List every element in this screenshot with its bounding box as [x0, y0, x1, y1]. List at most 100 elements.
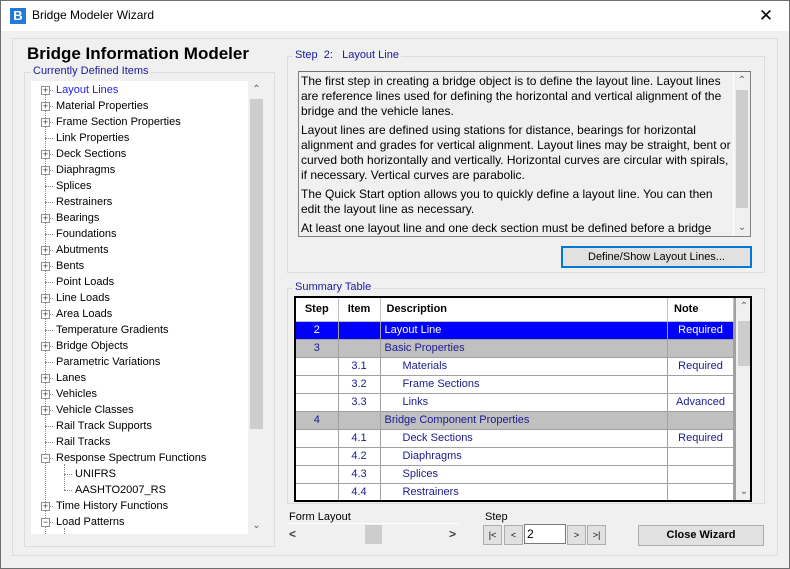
summary-row[interactable]: 3.2 Frame Sections: [296, 375, 734, 394]
expand-icon[interactable]: +: [41, 390, 50, 399]
form-layout-slider-thumb[interactable]: [365, 525, 382, 544]
tree-item[interactable]: + Vehicle Classes: [31, 402, 251, 418]
expand-icon[interactable]: +: [41, 166, 50, 175]
summary-row[interactable]: 3.3 Links Advanced: [296, 393, 734, 412]
tree-item[interactable]: Rail Track Supports: [31, 418, 251, 434]
last-step-button[interactable]: >|: [587, 525, 606, 545]
form-layout-right-icon[interactable]: >: [449, 527, 456, 541]
tree-item[interactable]: + Line Loads: [31, 290, 251, 306]
expand-icon[interactable]: +: [41, 246, 50, 255]
collapse-icon[interactable]: −: [41, 518, 50, 527]
summary-row[interactable]: 2 Layout Line Required: [296, 321, 734, 340]
tree-item[interactable]: + Frame Section Properties: [31, 114, 251, 130]
expand-icon[interactable]: +: [41, 86, 50, 95]
close-window-button[interactable]: ✕: [743, 1, 789, 31]
collapse-icon[interactable]: −: [41, 454, 50, 463]
summary-table: Step Item Description Note 2 Layout Line R…: [294, 296, 752, 502]
tree-item-label: Lanes: [56, 372, 86, 384]
expand-icon[interactable]: +: [41, 406, 50, 415]
expand-icon[interactable]: +: [41, 102, 50, 111]
tree-item-label: Bearings: [56, 212, 100, 224]
summary-row[interactable]: 4.3 Splices: [296, 465, 734, 484]
row-note: [667, 465, 734, 484]
expand-icon[interactable]: +: [41, 374, 50, 383]
scroll-down-icon[interactable]: ⌄: [736, 483, 750, 500]
tree-item[interactable]: + Time History Functions: [31, 498, 251, 514]
define-show-layout-lines-button[interactable]: Define/Show Layout Lines...: [561, 246, 752, 268]
wizard-window: B Bridge Modeler Wizard ✕ Bridge Informa…: [0, 0, 790, 569]
summary-row[interactable]: 4.1 Deck Sections Required: [296, 429, 734, 448]
description-scrollbar[interactable]: ⌃ ⌄: [733, 72, 750, 236]
step-input[interactable]: [524, 524, 566, 544]
column-header-description[interactable]: Description: [380, 298, 668, 322]
expand-icon[interactable]: +: [41, 214, 50, 223]
summary-row[interactable]: 4 Bridge Component Properties: [296, 411, 734, 430]
tree-connector: [45, 426, 53, 427]
tree-item[interactable]: + Abutments: [31, 242, 251, 258]
expand-icon[interactable]: +: [41, 118, 50, 127]
tree-scrollbar[interactable]: ⌃ ⌄: [248, 81, 265, 534]
summary-row[interactable]: 4.2 Diaphragms: [296, 447, 734, 466]
scroll-down-icon[interactable]: ⌄: [734, 219, 750, 236]
close-icon: ✕: [758, 6, 774, 25]
next-step-button[interactable]: >: [567, 525, 586, 545]
row-description: Basic Properties: [380, 339, 668, 358]
previous-step-button[interactable]: <: [504, 525, 523, 545]
scroll-down-icon[interactable]: ⌄: [248, 517, 265, 534]
tree-item[interactable]: + Bents: [31, 258, 251, 274]
tree-item[interactable]: Point Loads: [31, 274, 251, 290]
tree-item[interactable]: + Bearings: [31, 210, 251, 226]
tree-item[interactable]: + Vehicles: [31, 386, 251, 402]
scroll-up-icon[interactable]: ⌃: [734, 72, 750, 89]
row-step: [296, 465, 339, 484]
summary-row[interactable]: 3 Basic Properties: [296, 339, 734, 358]
tree-item[interactable]: + Deck Sections: [31, 146, 251, 162]
tree-item[interactable]: + Bridge Objects: [31, 338, 251, 354]
tree-item[interactable]: + Material Properties: [31, 98, 251, 114]
description-scroll-thumb[interactable]: [736, 90, 748, 208]
expand-icon[interactable]: +: [41, 502, 50, 511]
column-header-note[interactable]: Note: [667, 298, 734, 322]
row-item: [338, 321, 381, 340]
row-item: 3.3: [338, 393, 381, 412]
tree-item[interactable]: Splices: [31, 178, 251, 194]
form-layout-left-icon[interactable]: <: [289, 527, 296, 541]
tree-item[interactable]: + Layout Lines: [31, 82, 251, 98]
step-label: Step: [485, 511, 508, 523]
defined-items-tree[interactable]: + Layout Lines + Material Properties + Frame …: [31, 81, 265, 534]
tree-item-label: Frame Section Properties: [56, 116, 181, 128]
tree-item-label: Parametric Variations: [56, 356, 161, 368]
description-text: The first step in creating a bridge obje…: [301, 74, 733, 236]
tree-item[interactable]: Parametric Variations: [31, 354, 251, 370]
close-wizard-button[interactable]: Close Wizard: [638, 525, 764, 546]
summary-scrollbar[interactable]: ⌃ ⌄: [736, 298, 750, 500]
summary-scroll-thumb[interactable]: [738, 321, 750, 366]
summary-row[interactable]: 3.1 Materials Required: [296, 357, 734, 376]
row-note: Required: [667, 357, 734, 376]
tree-item[interactable]: Rail Tracks: [31, 434, 251, 450]
expand-icon[interactable]: +: [41, 262, 50, 271]
tree-item[interactable]: Restrainers: [31, 194, 251, 210]
expand-icon[interactable]: +: [41, 310, 50, 319]
column-header-step[interactable]: Step: [296, 298, 339, 322]
tree-item[interactable]: + Area Loads: [31, 306, 251, 322]
tree-item[interactable]: Temperature Gradients: [31, 322, 251, 338]
tree-item[interactable]: + Lanes: [31, 370, 251, 386]
expand-icon[interactable]: +: [41, 150, 50, 159]
expand-icon[interactable]: +: [41, 294, 50, 303]
summary-row[interactable]: 4.4 Restrainers: [296, 483, 734, 500]
scroll-up-icon[interactable]: ⌃: [248, 81, 265, 98]
tree-item[interactable]: AASHTO2007_RS: [31, 482, 251, 498]
window-title: Bridge Modeler Wizard: [32, 8, 155, 22]
row-description: Frame Sections: [380, 375, 668, 394]
tree-item-label: Rail Tracks: [56, 436, 111, 448]
tree-item[interactable]: Link Properties: [31, 130, 251, 146]
tree-scroll-thumb[interactable]: [250, 99, 263, 429]
scroll-up-icon[interactable]: ⌃: [736, 298, 750, 315]
expand-icon[interactable]: +: [41, 342, 50, 351]
first-step-button[interactable]: |<: [483, 525, 502, 545]
tree-item[interactable]: + Diaphragms: [31, 162, 251, 178]
row-step: [296, 357, 339, 376]
tree-item[interactable]: Foundations: [31, 226, 251, 242]
column-header-item[interactable]: Item: [338, 298, 381, 322]
